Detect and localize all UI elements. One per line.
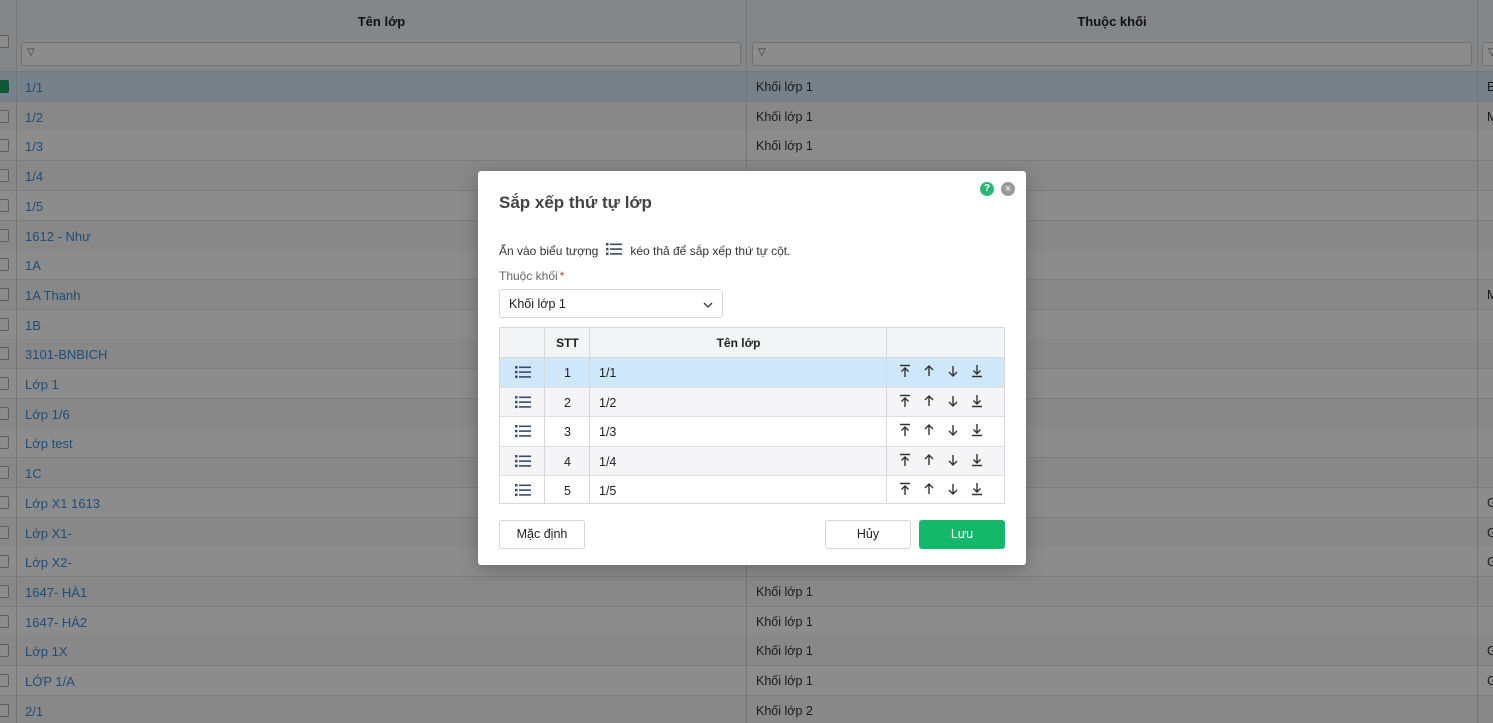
row-stt: 1 (564, 366, 571, 380)
hint-text-before: Ẩn vào biểu tượng (499, 243, 599, 258)
move-up-icon[interactable] (922, 482, 936, 496)
row-class-name: 1/2 (599, 395, 617, 410)
move-up-icon[interactable] (922, 453, 936, 467)
order-row[interactable]: 5 1/5 (500, 476, 1004, 503)
row-actions (898, 394, 984, 408)
move-down-icon[interactable] (946, 482, 960, 496)
table-column-divider (544, 328, 545, 503)
row-actions (898, 453, 984, 467)
row-stt: 3 (564, 425, 571, 439)
row-stt: 5 (564, 484, 571, 498)
move-down-icon[interactable] (946, 453, 960, 467)
drag-hint: Ẩn vào biểu tượng kéo thả để sắp xếp thứ… (499, 242, 790, 259)
move-to-bottom-icon[interactable] (970, 453, 984, 467)
move-down-icon[interactable] (946, 364, 960, 378)
header-class-name: Tên lớp (716, 336, 761, 350)
row-class-name: 1/3 (599, 425, 617, 439)
move-to-top-icon[interactable] (898, 482, 912, 496)
row-stt: 4 (564, 454, 571, 469)
class-order-table: STT Tên lớp 1 1/1 2 1/2 3 1/3 4 1/4 5 1/5 (499, 327, 1005, 504)
move-to-bottom-icon[interactable] (970, 423, 984, 437)
header-stt: STT (556, 336, 579, 350)
drag-handle-icon[interactable] (515, 395, 531, 412)
table-column-divider (589, 328, 590, 503)
move-to-top-icon[interactable] (898, 394, 912, 408)
move-to-bottom-icon[interactable] (970, 482, 984, 496)
block-label-text: Thuộc khối (499, 269, 558, 283)
drag-handle-icon[interactable] (515, 483, 531, 500)
block-select-value: Khối lớp 1 (509, 297, 566, 311)
row-class-name: 1/4 (599, 454, 617, 469)
reset-default-button[interactable]: Mặc định (499, 520, 585, 549)
order-row[interactable]: 3 1/3 (500, 417, 1004, 447)
move-down-icon[interactable] (946, 394, 960, 408)
order-row[interactable]: 1 1/1 (500, 358, 1004, 388)
order-row[interactable]: 2 1/2 (500, 387, 1004, 417)
save-button[interactable]: Lưu (919, 520, 1005, 549)
move-up-icon[interactable] (922, 364, 936, 378)
row-class-name: 1/1 (599, 366, 617, 380)
move-to-bottom-icon[interactable] (970, 364, 984, 378)
order-row[interactable]: 4 1/4 (500, 446, 1004, 476)
table-column-divider (886, 328, 887, 503)
drag-handle-icon[interactable] (515, 424, 531, 441)
move-to-top-icon[interactable] (898, 423, 912, 437)
move-down-icon[interactable] (946, 423, 960, 437)
row-class-name: 1/5 (599, 484, 617, 498)
block-field-label: Thuộc khối * (499, 269, 564, 283)
row-actions (898, 423, 984, 437)
drag-handle-icon[interactable] (515, 365, 531, 382)
move-to-bottom-icon[interactable] (970, 394, 984, 408)
chevron-down-icon (703, 298, 713, 313)
sort-classes-dialog: Sắp xếp thứ tự lớp ? × Ẩn vào biểu tượng… (478, 171, 1026, 565)
cancel-button[interactable]: Hủy (825, 520, 911, 549)
row-actions (898, 482, 984, 496)
close-icon[interactable]: × (1001, 182, 1015, 196)
hint-text-after: kéo thả để sắp xếp thứ tự cột. (630, 243, 791, 258)
list-icon (606, 242, 623, 259)
row-actions (898, 364, 984, 378)
move-up-icon[interactable] (922, 394, 936, 408)
dialog-title: Sắp xếp thứ tự lớp (499, 193, 652, 212)
move-up-icon[interactable] (922, 423, 936, 437)
required-marker: * (559, 269, 565, 283)
drag-handle-icon[interactable] (515, 454, 531, 471)
row-stt: 2 (564, 395, 571, 410)
move-to-top-icon[interactable] (898, 364, 912, 378)
move-to-top-icon[interactable] (898, 453, 912, 467)
table-header: STT Tên lớp (500, 328, 1004, 358)
block-select[interactable]: Khối lớp 1 (499, 289, 723, 318)
help-icon[interactable]: ? (980, 182, 994, 196)
